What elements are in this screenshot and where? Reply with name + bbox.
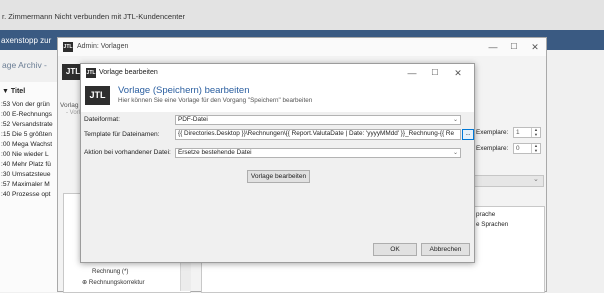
language-item[interactable]: prache: [476, 211, 495, 218]
edit-template-dialog: JTL Vorlage bearbeiten — ☐ ✕ JTL Vorlage…: [80, 63, 475, 263]
admin-window-title: Admin: Vorlagen: [77, 43, 129, 50]
minimize-icon[interactable]: —: [401, 66, 423, 80]
chevron-down-icon[interactable]: ⌄: [453, 116, 458, 124]
news-list-item[interactable]: :52 Versandstrate: [1, 121, 53, 128]
tab-sub-label: - Vorl: [66, 110, 81, 116]
minimize-icon[interactable]: —: [482, 40, 504, 54]
browse-button[interactable]: ...: [462, 129, 474, 140]
copies-stepper[interactable]: 1 ▲ ▼: [513, 127, 541, 138]
admin-titlebar: [58, 38, 546, 56]
news-list-item[interactable]: :30 Umsatzsteue: [1, 171, 51, 178]
ok-button[interactable]: OK: [373, 243, 417, 256]
sort-arrow-icon: ▼: [2, 88, 11, 95]
dialog-heading: Vorlage (Speichern) bearbeiten: [118, 85, 250, 96]
cancel-button[interactable]: Abbrechen: [421, 243, 470, 256]
news-list-header: ▼ Titel: [2, 88, 26, 95]
chevron-down-icon[interactable]: ⌄: [533, 175, 539, 183]
copies-label: Exemplare:: [476, 129, 509, 136]
copies-stepper[interactable]: 0 ▲ ▼: [513, 143, 541, 154]
main-app-banner-text: axenstopp zur: [1, 36, 52, 45]
existing-file-select[interactable]: Ersetze bestehende Datei ⌄: [175, 148, 461, 158]
existing-file-label: Aktion bei vorhandener Datei:: [84, 149, 171, 156]
stepper-arrows-icon[interactable]: ▲ ▼: [531, 127, 540, 137]
tab-vorlagen[interactable]: Vorlag: [60, 102, 78, 109]
main-app-title: r. Zimmermann Nicht verbunden mit JTL-Ku…: [2, 12, 185, 21]
maximize-icon[interactable]: ☐: [503, 40, 525, 54]
edit-template-button[interactable]: Vorlage bearbeiten: [247, 170, 310, 183]
copies-label: Exemplare:: [476, 145, 509, 152]
expand-icon[interactable]: ⊕: [82, 279, 89, 286]
dialog-subheading: Hier können Sie eine Vorlage für den Vor…: [118, 97, 313, 104]
filename-template-input[interactable]: {{ Directories.Desktop }}\Rechnungen\{{ …: [175, 129, 461, 140]
file-format-label: Dateiformat:: [84, 116, 120, 123]
jtl-logo-icon: JTL: [63, 42, 73, 52]
filename-template-label: Template für Dateinamen:: [84, 131, 160, 138]
news-list-item[interactable]: :40 Mehr Platz fü: [1, 161, 51, 168]
jtl-logo-icon: JTL: [86, 68, 96, 78]
tree-item-rechnungskorrektur[interactable]: ⊕ Rechnungskorrektur: [82, 279, 145, 286]
dialog-title: Vorlage bearbeiten: [99, 69, 158, 76]
chevron-down-icon[interactable]: ⌄: [453, 149, 458, 157]
archive-heading: age Archiv -: [2, 60, 47, 70]
news-list-item[interactable]: :57 Maximaler M: [1, 181, 50, 188]
close-icon[interactable]: ✕: [447, 66, 469, 80]
tree-item-rechnung[interactable]: Rechnung (*): [92, 268, 128, 275]
close-icon[interactable]: ✕: [524, 40, 546, 54]
language-item[interactable]: e Sprachen: [476, 221, 508, 228]
jtl-logo: JTL: [85, 86, 110, 105]
news-list-item[interactable]: :00 Mega Wachst: [1, 141, 52, 148]
news-list-item[interactable]: :40 Prozesse opt: [1, 191, 51, 198]
file-format-select[interactable]: PDF-Datei ⌄: [175, 115, 461, 125]
news-list-item[interactable]: :00 E-Rechnungs: [1, 111, 52, 118]
news-list-item[interactable]: :15 Die 5 größten: [1, 131, 52, 138]
news-list-item[interactable]: :00 Nie wieder L: [1, 151, 49, 158]
stepper-arrows-icon[interactable]: ▲ ▼: [531, 143, 540, 153]
news-list-item[interactable]: :53 Von der grün: [1, 101, 50, 108]
maximize-icon[interactable]: ☐: [424, 66, 446, 80]
